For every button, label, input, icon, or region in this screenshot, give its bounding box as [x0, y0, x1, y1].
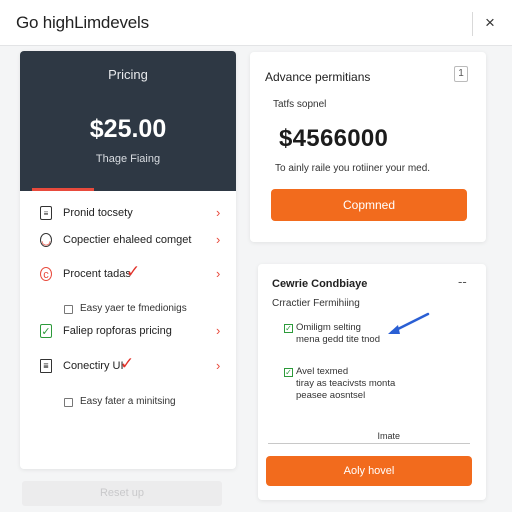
app-window: Go highLimdevels × Pricing $25.00 Thage … — [0, 0, 512, 512]
feature-label: Procent tadas — [63, 268, 131, 280]
chevron-right-icon: › — [216, 323, 221, 338]
checkbox[interactable] — [64, 305, 73, 314]
card-title: Advance permitians — [265, 70, 371, 84]
feature-item[interactable]: ≣ Conectiry UI ✓ › — [20, 354, 236, 380]
pricing-panel: Pricing $25.00 Thage Fiaing ≡ Pronid toc… — [20, 51, 236, 469]
card-title: Cewrie Condbiaye — [272, 278, 368, 290]
option-checkbox[interactable]: ✓ Avel texmed tiray as teacivsts monta p… — [284, 366, 474, 404]
file-icon: ≣ — [40, 359, 52, 373]
blue-arrow-icon — [388, 312, 430, 334]
option-line: mena gedd tite tnod — [296, 334, 380, 345]
close-button[interactable]: × — [480, 13, 500, 33]
card-description: To ainly raile you rotiiner your med. — [275, 163, 431, 174]
sub-option-label: Easy yaer te fmedionigs — [80, 303, 187, 314]
count-badge[interactable]: 1 — [454, 66, 468, 82]
document-icon: ≡ — [40, 206, 52, 220]
feature-label: Copectier ehaleed comget — [63, 234, 192, 246]
feature-label: Pronid tocsety — [63, 207, 133, 219]
green-checkbox-icon[interactable]: ✓ — [284, 324, 293, 333]
option-checkbox[interactable]: ✓ Omiligm selting mena gedd tite tnod — [284, 322, 474, 346]
price-label: Pricing — [108, 67, 148, 82]
red-check-icon: ✓ — [126, 262, 141, 281]
reset-button[interactable]: Reset up — [22, 481, 222, 506]
price-subtitle: Thage Fiaing — [95, 153, 161, 165]
feature-item[interactable]: ◡ Copectier ehaleed comget › — [20, 228, 236, 254]
collapse-icon[interactable]: -- — [458, 274, 467, 289]
option-line: peasee aosntsel — [296, 390, 366, 401]
option-line: tiray as teacivsts monta — [296, 378, 396, 389]
window-title: Go highLimdevels — [16, 13, 149, 32]
checkbox[interactable] — [64, 398, 73, 407]
chevron-right-icon: › — [216, 232, 221, 247]
title-divider — [472, 12, 473, 36]
chevron-right-icon: › — [216, 358, 221, 373]
chevron-right-icon: › — [216, 266, 221, 281]
red-check-icon: ✓ — [120, 354, 135, 373]
sub-option-label: Easy fater a minitsing — [80, 396, 176, 407]
green-check-icon: ✓ — [40, 324, 52, 338]
advance-permissions-card: Advance permitians 1 Tatfs sopnel $45660… — [250, 52, 486, 242]
name-input[interactable] — [268, 428, 470, 444]
feature-label: Faliep ropforas pricing — [63, 325, 172, 337]
price-accent-bar — [32, 188, 94, 191]
card-amount: $4566000 — [279, 125, 389, 152]
card-subtitle: Tatfs sopnel — [273, 99, 327, 110]
green-checkbox-icon[interactable]: ✓ — [284, 368, 293, 377]
title-bar: Go highLimdevels × — [0, 0, 512, 46]
feature-label: Conectiry UI — [63, 360, 124, 372]
sub-option-checkbox[interactable]: Easy yaer te fmedionigs — [64, 302, 244, 318]
sub-option-checkbox[interactable]: Easy fater a minitsing — [64, 395, 244, 411]
option-line: Avel texmed — [296, 366, 349, 377]
price-card: Pricing $25.00 Thage Fiaing — [20, 51, 236, 191]
configuration-card: Cewrie Condbiaye -- Crractier Fermihiing… — [258, 264, 486, 500]
chevron-right-icon: › — [216, 205, 221, 220]
feature-item[interactable]: c Procent tadas ✓ › — [20, 262, 236, 288]
feature-item[interactable]: ≡ Pronid tocsety › — [20, 201, 236, 227]
feature-item[interactable]: ✓ Faliep ropforas pricing › — [20, 319, 236, 345]
price-amount: $25.00 — [89, 115, 167, 143]
swirl-icon: c — [40, 267, 52, 281]
option-line: Omiligm selting — [296, 322, 361, 333]
confirm-button[interactable]: Copmned — [271, 189, 467, 221]
face-icon: ◡ — [40, 233, 52, 247]
apply-button[interactable]: Aoly hovel — [266, 456, 472, 486]
card-subtitle: Crractier Fermihiing — [272, 298, 360, 309]
